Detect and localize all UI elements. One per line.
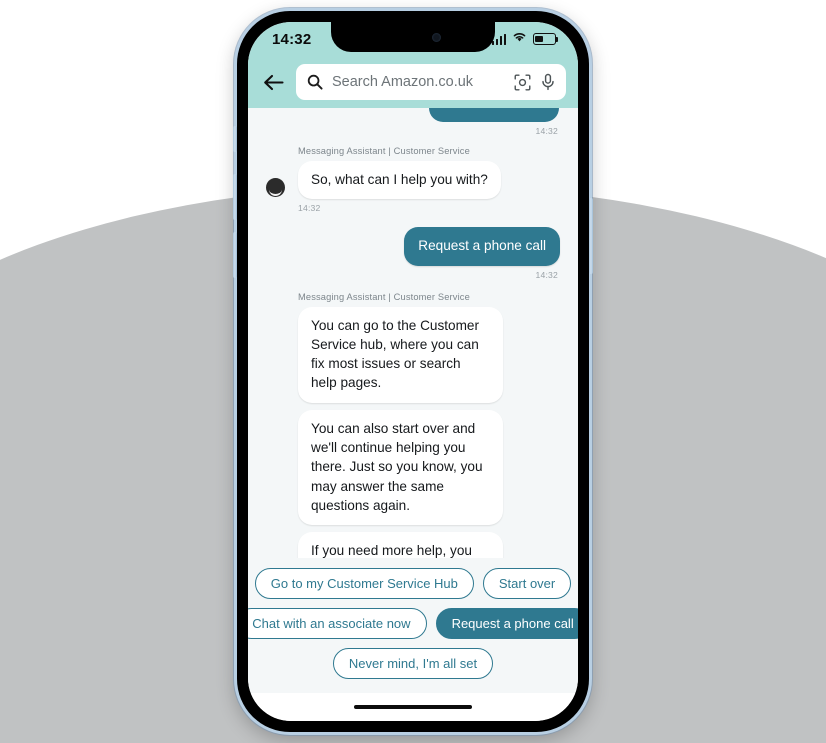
status-bar-time: 14:32 — [272, 30, 312, 48]
home-indicator-area — [248, 693, 578, 721]
assistant-avatar-column — [266, 307, 298, 558]
quick-reply-never-mind[interactable]: Never mind, I'm all set — [332, 648, 494, 679]
clipped-user-bubble-group: 14:32 — [266, 108, 560, 136]
bot-message-group: Messaging Assistant | Customer Service Y… — [266, 292, 560, 558]
phone-power-button[interactable] — [589, 198, 593, 274]
assistant-avatar-column — [266, 161, 298, 199]
battery-icon — [533, 33, 559, 45]
phone-device-frame: 14:32 Search Amazon.co.uk 14:32 Messagin… — [233, 8, 593, 735]
phone-screen: 14:32 Search Amazon.co.uk 14:32 Messagin… — [248, 22, 578, 721]
phone-notch — [331, 22, 495, 52]
bot-message-bubble: You can go to the Customer Service hub, … — [298, 306, 503, 403]
wifi-icon — [512, 30, 527, 48]
home-indicator-bar[interactable] — [354, 704, 472, 710]
microphone-icon[interactable] — [540, 73, 556, 91]
message-sender-label: Messaging Assistant | Customer Service — [298, 146, 470, 156]
phone-bezel: 14:32 Search Amazon.co.uk 14:32 Messagin… — [237, 11, 589, 732]
user-message-bubble: Request a phone call — [404, 227, 560, 266]
bot-message-bubble: So, what can I help you with? — [298, 161, 501, 200]
quick-reply-customer-service-hub[interactable]: Go to my Customer Service Hub — [254, 568, 474, 599]
quick-reply-buttons: Go to my Customer Service Hub Start over… — [248, 558, 578, 693]
quick-reply-chat-with-associate[interactable]: Chat with an associate now — [248, 608, 427, 639]
search-input-placeholder: Search Amazon.co.uk — [332, 74, 474, 90]
message-timestamp: 14:32 — [298, 203, 321, 214]
search-input[interactable]: Search Amazon.co.uk — [296, 64, 566, 100]
search-icon — [307, 74, 323, 90]
quick-reply-start-over[interactable]: Start over — [482, 568, 572, 599]
quick-reply-row: Chat with an associate now Request a pho… — [248, 608, 578, 639]
user-message-group: Request a phone call 14:32 — [266, 227, 560, 280]
assistant-avatar-icon — [266, 178, 285, 198]
quick-reply-row: Go to my Customer Service Hub Start over — [254, 568, 572, 599]
bot-message-group: Messaging Assistant | Customer Service S… — [266, 146, 560, 213]
camera-lens-icon[interactable] — [514, 74, 531, 91]
message-timestamp: 14:32 — [535, 269, 558, 280]
status-bar-icons — [491, 30, 559, 48]
bot-message-bubble: If you need more help, you can chat with… — [298, 532, 503, 558]
message-timestamp: 14:32 — [535, 126, 558, 136]
front-camera-icon — [431, 32, 441, 42]
chat-message-list[interactable]: 14:32 Messaging Assistant | Customer Ser… — [248, 108, 578, 558]
message-sender-label: Messaging Assistant | Customer Service — [298, 291, 470, 302]
back-arrow-icon[interactable] — [258, 67, 288, 97]
quick-reply-row: Never mind, I'm all set — [262, 648, 564, 679]
bot-message-bubble: You can also start over and we'll contin… — [298, 409, 503, 526]
search-header-bar: Search Amazon.co.uk — [248, 56, 578, 108]
quick-reply-request-phone-call[interactable]: Request a phone call — [435, 608, 578, 639]
clipped-user-bubble — [429, 108, 559, 122]
